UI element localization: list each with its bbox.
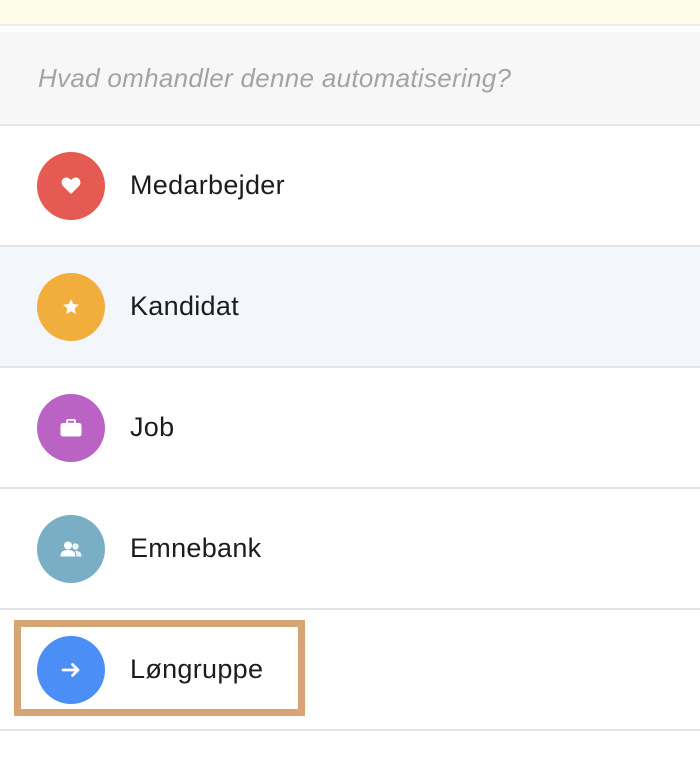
- briefcase-icon: [37, 393, 105, 462]
- option-label: Medarbejder: [130, 170, 285, 200]
- option-job[interactable]: Job: [0, 368, 700, 489]
- option-list: Medarbejder Kandidat Job Emnebank Løngru…: [0, 126, 700, 731]
- option-label: Emnebank: [130, 533, 262, 563]
- option-label: Kandidat: [130, 291, 239, 321]
- option-medarbejder[interactable]: Medarbejder: [0, 126, 700, 247]
- prompt-text: Hvad omhandler denne automatisering?: [38, 62, 512, 93]
- heart-icon: [37, 151, 105, 220]
- automation-type-picker: Hvad omhandler denne automatisering? Med…: [0, 0, 700, 778]
- option-label: Løngruppe: [130, 654, 264, 684]
- arrow-right-icon: [37, 635, 105, 704]
- option-longruppe[interactable]: Løngruppe: [0, 610, 700, 731]
- people-icon: [37, 514, 105, 583]
- option-label: Job: [130, 412, 175, 442]
- option-emnebank[interactable]: Emnebank: [0, 489, 700, 610]
- star-icon: [37, 272, 105, 341]
- top-banner: [0, 0, 700, 26]
- automation-topic-prompt: Hvad omhandler denne automatisering?: [0, 32, 700, 126]
- option-kandidat[interactable]: Kandidat: [0, 247, 700, 368]
